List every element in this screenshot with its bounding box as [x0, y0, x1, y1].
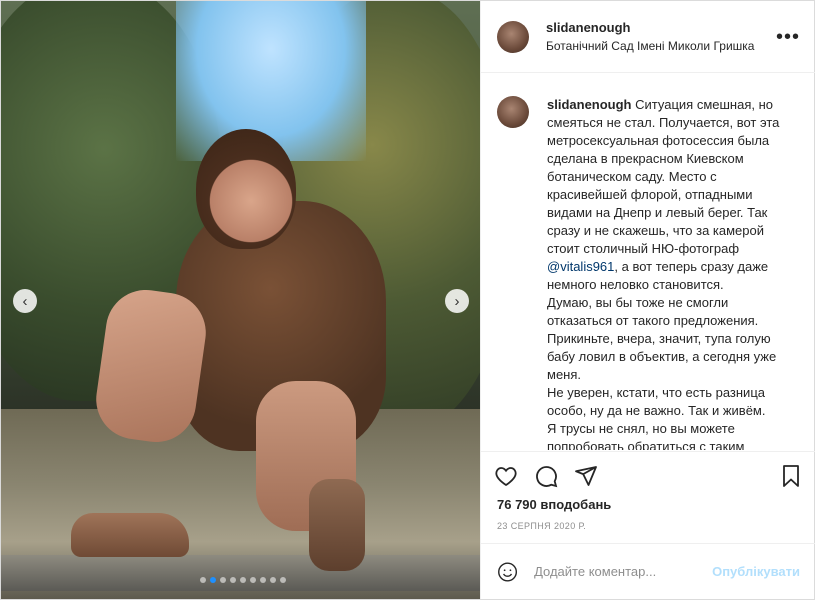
carousel-indicator [200, 577, 286, 583]
carousel-dot [220, 577, 226, 583]
post-container: ‹ › slidanenough Ботанічний Сад Імені Ми… [0, 0, 815, 600]
carousel-dot [240, 577, 246, 583]
post-header-text: slidanenough Ботанічний Сад Імені Миколи… [546, 20, 776, 53]
save-button[interactable] [778, 463, 804, 489]
carousel-dot [200, 577, 206, 583]
previous-slide-button[interactable]: ‹ [13, 289, 37, 313]
caption-body: Ситуация смешная, но смеяться не стал. П… [547, 97, 780, 256]
caption-paragraph: Я трусы не снял, но вы можете попробоват… [547, 421, 745, 450]
share-icon [575, 465, 597, 486]
emoji-icon[interactable] [497, 559, 518, 585]
action-bar [481, 451, 815, 499]
comment-icon [536, 465, 558, 487]
next-slide-button[interactable]: › [445, 289, 469, 313]
avatar[interactable] [497, 20, 529, 53]
post-photo[interactable]: ‹ › [1, 1, 480, 599]
photo-curb [1, 555, 480, 591]
chevron-right-icon: › [454, 292, 460, 310]
publish-button[interactable]: Опублікувати [712, 564, 800, 579]
like-button[interactable] [493, 463, 519, 489]
post-date[interactable]: 23 СЕРПНЯ 2020 Р. [497, 521, 586, 531]
comment-button[interactable] [533, 463, 559, 489]
caption-avatar[interactable] [497, 96, 529, 128]
comments-scroll-area[interactable]: slidanenough Ситуация смешная, но смеять… [481, 74, 815, 450]
caption: slidanenough Ситуация смешная, но смеять… [481, 74, 815, 450]
carousel-dot [230, 577, 236, 583]
share-button[interactable] [573, 463, 599, 489]
carousel-dot [270, 577, 276, 583]
caption-paragraph: Думаю, вы бы тоже не смогли отказаться о… [547, 295, 759, 328]
carousel-dot [250, 577, 256, 583]
post-details-panel: slidanenough Ботанічний Сад Імені Миколи… [480, 1, 815, 599]
carousel-dot [280, 577, 286, 583]
comment-input[interactable] [532, 563, 713, 580]
carousel-dot [260, 577, 266, 583]
bookmark-icon [783, 464, 799, 487]
username-link[interactable]: slidanenough [546, 20, 776, 35]
caption-paragraph: Прикиньте, вчера, значит, тупа голую баб… [547, 331, 777, 382]
photo-person-head [196, 129, 296, 249]
caption-paragraph: Не уверен, кстати, что есть разница особ… [547, 385, 766, 418]
caption-text: slidanenough Ситуация смешная, но смеять… [547, 96, 790, 450]
chevron-left-icon: ‹ [22, 292, 28, 310]
comment-form: Опублікувати [481, 543, 815, 599]
mention-link[interactable]: @vitalis961 [547, 259, 614, 274]
photo-shoe-left [71, 513, 189, 557]
location-link[interactable]: Ботанічний Сад Імені Миколи Гришка [546, 39, 776, 53]
carousel-dot [210, 577, 216, 583]
post-header: slidanenough Ботанічний Сад Імені Миколи… [481, 1, 815, 73]
heart-icon [495, 466, 517, 486]
more-options-button[interactable]: ••• [776, 27, 800, 47]
caption-username[interactable]: slidanenough [547, 97, 632, 112]
photo-shoe-right [309, 479, 365, 571]
likes-count[interactable]: 76 790 вподобань [497, 497, 611, 512]
